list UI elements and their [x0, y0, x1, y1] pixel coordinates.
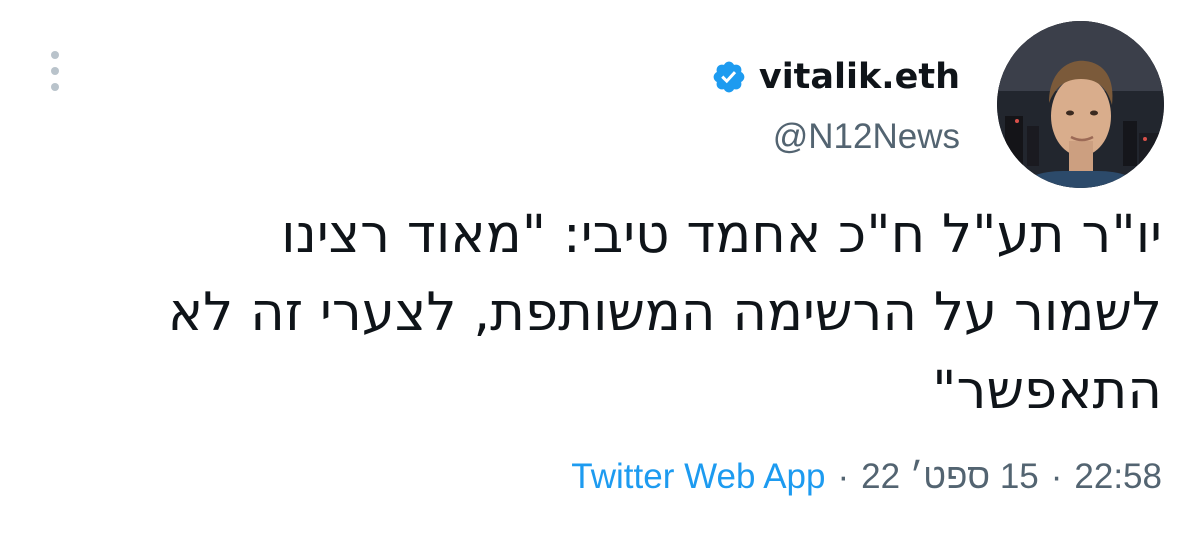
tweet-date[interactable]: 15 ספט׳ 22: [861, 452, 1039, 502]
tweet-time[interactable]: 22:58: [1074, 452, 1162, 502]
tweet-text-line: לשמור על הרשימה המשותפת, לצערי זה לא: [167, 282, 1162, 343]
more-options-icon[interactable]: [44, 46, 66, 96]
tweet-text: יו"ר תע"ל ח"כ אחמד טיבי: "מאוד רצינו לשמ…: [42, 196, 1162, 430]
author-display-name[interactable]: vitalik.eth: [759, 52, 960, 102]
tweet-text-line: התאפשר": [932, 360, 1162, 421]
author-name-row[interactable]: vitalik.eth: [711, 52, 960, 102]
tweet-text-line: יו"ר תע"ל ח"כ אחמד טיבי: "מאוד רצינו: [281, 204, 1162, 265]
avatar[interactable]: [997, 21, 1164, 188]
tweet-meta: Twitter Web App · 15 ספט׳ 22 · 22:58: [571, 452, 1162, 502]
tweet-source-link[interactable]: Twitter Web App: [571, 452, 825, 502]
meta-separator: ·: [1050, 457, 1063, 496]
meta-separator: ·: [837, 457, 850, 496]
tweet-card: vitalik.eth @N12News יו"ר תע"ל ח"כ אחמד …: [0, 0, 1200, 534]
verified-badge-icon: [713, 61, 745, 93]
author-handle[interactable]: @N12News: [773, 112, 960, 162]
